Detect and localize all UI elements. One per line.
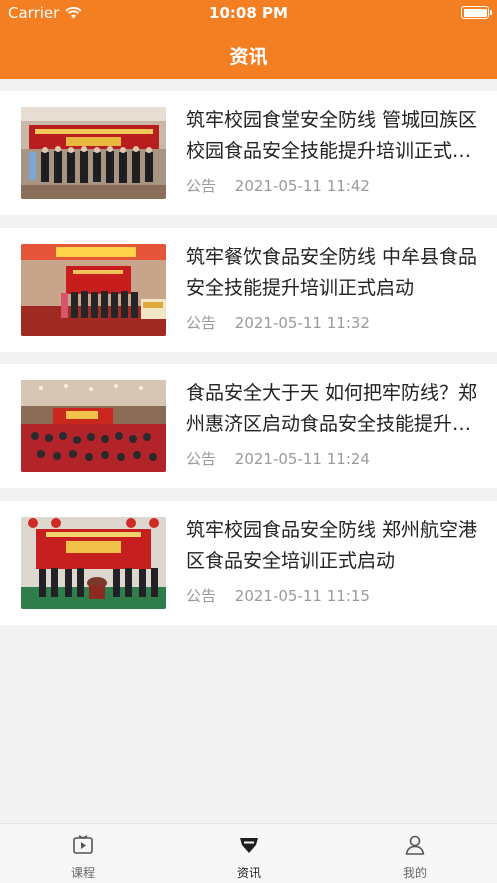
tab-news[interactable]: 资讯 [166,824,332,883]
news-title: 筑牢餐饮食品安全防线 中牟县食品安全技能提升培训正式启动 [186,246,478,299]
tab-bar: 课程 资讯 我的 [0,823,497,883]
auditorium-photo [21,380,166,472]
news-card[interactable]: 食品安全大于天 如何把牢防线？郑州惠济区启动食品安全技能提升培训 公告 2021… [0,364,497,488]
news-card[interactable]: 筑牢校园食品安全防线 郑州航空港区食品安全培训正式启动 公告 2021-05-1… [0,501,497,625]
page-title: 资讯 [229,46,268,68]
play-video-icon [73,835,93,854]
banquet-hall-photo [21,107,166,199]
tab-profile-label: 我的 [402,866,427,880]
news-title: 筑牢校园食品安全防线 郑州航空港区食品安全培训正式启动 [186,519,478,572]
news-meta: 公告 2021-05-11 11:42 [186,175,370,196]
news-date: 2021-05-11 11:42 [234,177,370,195]
news-date: 2021-05-11 11:32 [234,314,370,332]
tab-courses[interactable]: 课程 [0,824,166,883]
news-icon [240,838,258,853]
news-meta: 公告 2021-05-11 11:24 [186,448,370,469]
news-category: 公告 [186,314,217,332]
tab-profile[interactable]: 我的 [332,824,497,883]
news-category: 公告 [186,587,217,605]
tab-news-label: 资讯 [236,866,261,880]
status-time: 10:08 PM [209,4,288,22]
app-header: Carrier 10:08 PM 资讯 [0,0,497,79]
news-date: 2021-05-11 11:24 [234,450,370,468]
battery-icon [461,6,492,19]
news-meta: 公告 2021-05-11 11:15 [186,585,370,606]
stage-group-photo [21,244,166,336]
news-title: 筑牢校园食堂安全防线 管城回族区校园食品安全技能提升培训正式启动 [186,109,478,162]
news-card[interactable]: 筑牢餐饮食品安全防线 中牟县食品安全技能提升培训正式启动 公告 2021-05-… [0,228,497,352]
news-date: 2021-05-11 11:15 [234,587,370,605]
profile-icon [405,835,425,855]
news-card[interactable]: 筑牢校园食堂安全防线 管城回族区校园食品安全技能提升培训正式启动 公告 2021… [0,91,497,215]
news-category: 公告 [186,177,217,195]
news-category: 公告 [186,450,217,468]
news-title: 食品安全大于天 如何把牢防线？郑州惠济区启动食品安全技能提升培训 [186,382,478,435]
news-meta: 公告 2021-05-11 11:32 [186,312,370,333]
status-bar: Carrier 10:08 PM [0,0,497,24]
tab-courses-label: 课程 [70,866,95,880]
launch-ceremony-photo [21,517,166,609]
